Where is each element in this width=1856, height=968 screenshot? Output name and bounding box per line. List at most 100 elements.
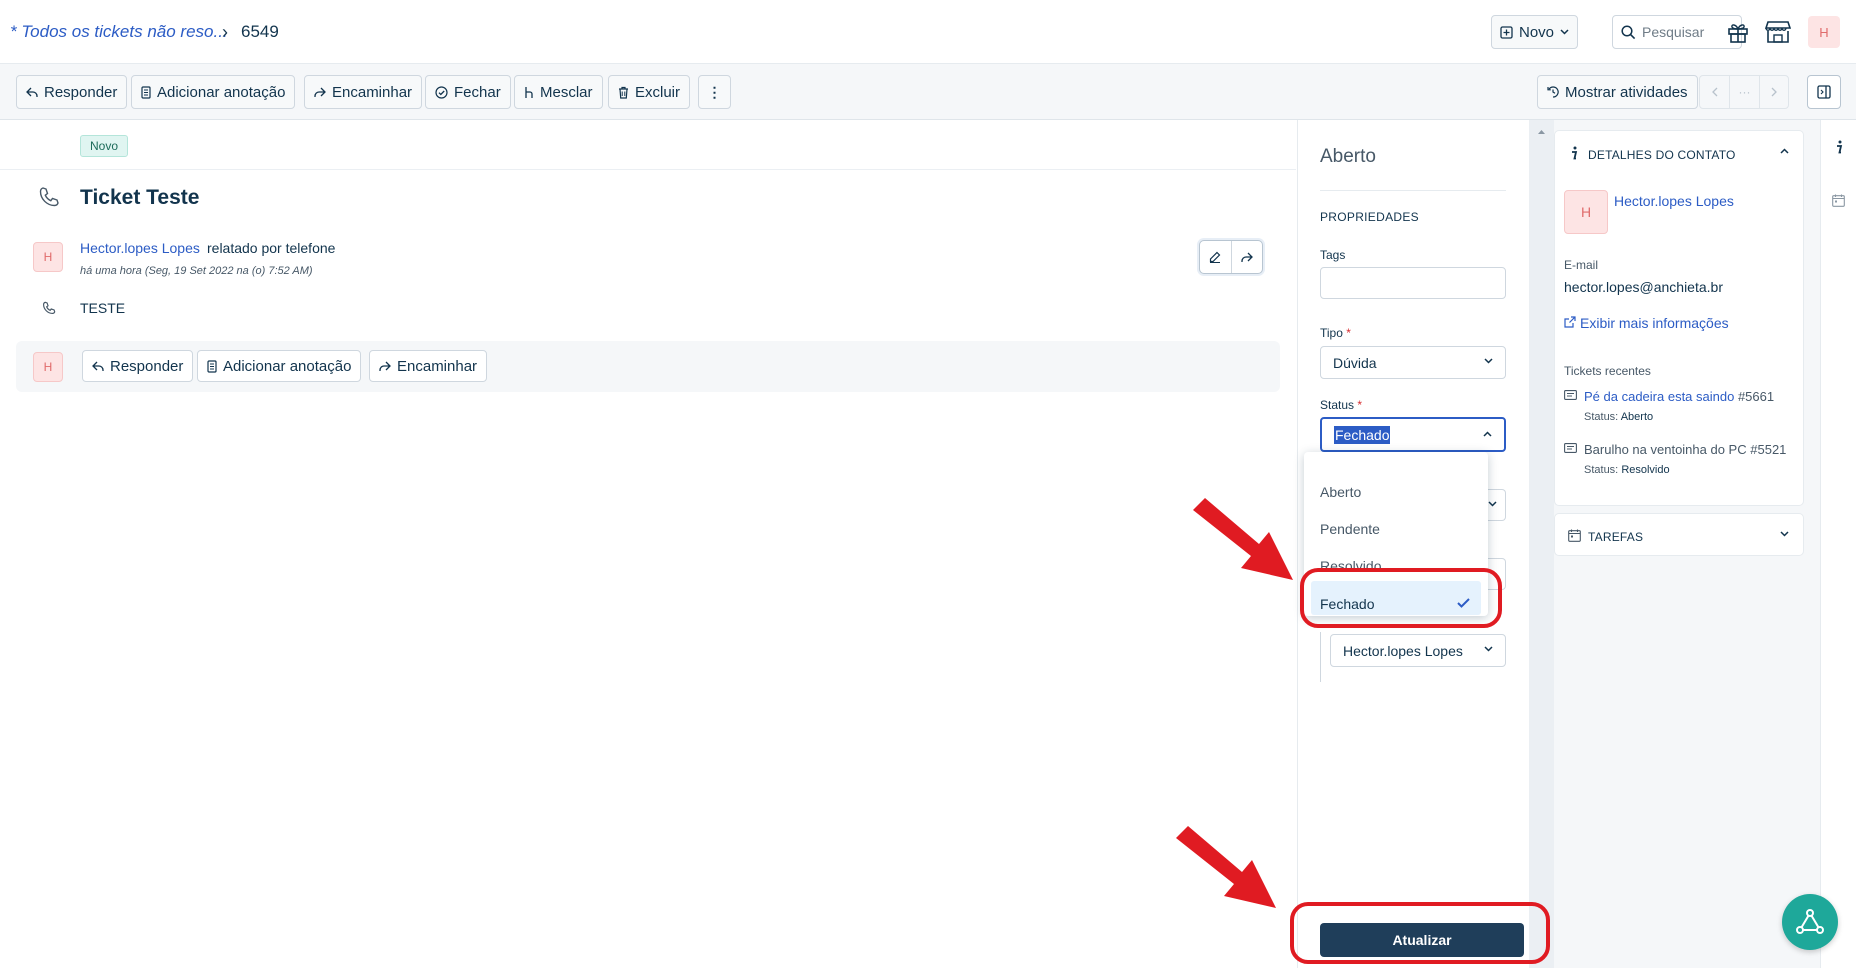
type-value: Dúvida [1333, 354, 1377, 371]
calendar-icon[interactable] [1832, 194, 1845, 207]
gift-icon[interactable] [1722, 16, 1754, 48]
more-options-button[interactable]: ⋮ [698, 75, 731, 109]
show-activities-button[interactable]: Mostrar atividades [1537, 75, 1698, 109]
status-select[interactable]: Fechado [1320, 417, 1506, 452]
more-vertical-icon: ⋮ [707, 83, 722, 100]
type-label: Tipo * [1320, 326, 1351, 340]
forward-button[interactable]: Encaminhar [304, 75, 423, 109]
phone-icon [38, 186, 60, 208]
required-mark: * [1357, 398, 1363, 412]
merge-button[interactable]: Mesclar [514, 75, 603, 109]
note-icon [207, 359, 217, 373]
external-link-icon [1564, 316, 1576, 328]
user-avatar[interactable]: H [1808, 16, 1840, 48]
agent-value: Hector.lopes Lopes [1343, 642, 1463, 659]
new-button[interactable]: Novo [1491, 15, 1578, 49]
show-more-info-link[interactable]: Exibir mais informações [1580, 315, 1729, 331]
required-mark: * [1346, 326, 1351, 340]
requester-avatar: H [33, 242, 63, 272]
divider [0, 169, 1296, 170]
delete-button[interactable]: Excluir [608, 75, 691, 109]
chevron-up-icon [1483, 431, 1492, 437]
merge-icon [524, 86, 534, 99]
type-label-text: Tipo [1320, 326, 1343, 340]
close-ticket-label: Fechar [454, 83, 501, 101]
plus-square-icon [1500, 25, 1513, 39]
ticket-icon [1564, 443, 1577, 453]
side-icon-strip [1820, 120, 1856, 968]
chevron-right-icon[interactable] [1760, 76, 1788, 108]
recent-ticket-link[interactable]: Barulho na ventoinha do PC #5521 [1584, 442, 1786, 457]
add-note-label: Adicionar anotação [157, 83, 286, 101]
reply-icon [26, 87, 38, 98]
contact-name-link[interactable]: Hector.lopes Lopes [1614, 193, 1734, 209]
status-option-aberto[interactable]: Aberto [1320, 484, 1361, 500]
reply-button[interactable]: Responder [16, 75, 128, 109]
reply-bar-forward-button[interactable]: Encaminhar [369, 350, 488, 382]
search-icon [1621, 24, 1636, 40]
reply-bar-forward-label: Encaminhar [397, 357, 478, 375]
chevron-down-icon [1560, 29, 1569, 35]
history-icon [1547, 86, 1559, 98]
breadcrumb-link[interactable]: * Todos os tickets não reso... [10, 22, 228, 42]
status-badge: Novo [80, 135, 129, 157]
contact-details-title: DETALHES DO CONTATO [1588, 148, 1736, 162]
agent-select[interactable]: Hector.lopes Lopes [1330, 634, 1506, 667]
chevron-down-icon[interactable] [1780, 531, 1789, 537]
status-heading: Aberto [1320, 146, 1376, 167]
forward-message-icon[interactable] [1232, 241, 1263, 273]
add-note-button[interactable]: Adicionar anotação [131, 75, 296, 109]
ticket-id: 6549 [241, 22, 279, 41]
recent-ticket-id: #5521 [1750, 442, 1787, 457]
forward-icon [314, 87, 326, 98]
status-value: Resolvido [1621, 464, 1670, 476]
close-ticket-button[interactable]: Fechar [425, 75, 511, 109]
recent-ticket-status: Status: Aberto [1584, 411, 1653, 423]
requester-name-link[interactable]: Hector.lopes Lopes [80, 240, 200, 256]
chevron-down-icon [1488, 501, 1497, 507]
store-icon[interactable] [1762, 16, 1794, 48]
status-value: Aberto [1620, 411, 1654, 423]
timestamp: há uma hora (Seg, 19 Set 2022 na (o) 7:5… [80, 265, 313, 277]
chevron-up-icon[interactable] [1780, 148, 1789, 154]
info-icon[interactable] [1835, 140, 1843, 154]
email-label: E-mail [1564, 258, 1599, 272]
status-option-pendente[interactable]: Pendente [1320, 521, 1380, 537]
recent-ticket-link[interactable]: Pé da cadeira esta saindo #5661 [1584, 389, 1774, 404]
divider [1320, 190, 1506, 191]
info-icon [1570, 146, 1578, 160]
status-value: Fechado [1334, 425, 1391, 444]
new-button-label: Novo [1519, 23, 1555, 41]
chevron-left-icon[interactable] [1700, 76, 1730, 108]
recent-tickets-label: Tickets recentes [1564, 364, 1651, 378]
tags-input[interactable] [1320, 267, 1506, 299]
pager-ellipsis[interactable]: ··· [1730, 76, 1760, 108]
status-label: Status * [1320, 398, 1362, 412]
reply-bar-reply-label: Responder [110, 357, 184, 375]
recent-ticket-title: Barulho na ventoinha do PC [1584, 442, 1747, 457]
toggle-sidebar-button[interactable] [1807, 75, 1841, 109]
tags-label: Tags [1320, 248, 1346, 262]
network-icon [1795, 908, 1825, 936]
top-bar: * Todos os tickets não reso... › 6549 No… [0, 0, 1856, 64]
ticket-icon [1564, 390, 1577, 400]
message-actions [1199, 240, 1263, 274]
reply-bar-add-note-button[interactable]: Adicionar anotação [197, 350, 362, 382]
tasks-title: TAREFAS [1588, 530, 1644, 544]
freddy-assistant-button[interactable] [1782, 894, 1838, 950]
reply-avatar: H [33, 352, 63, 382]
type-select[interactable]: Dúvida [1320, 346, 1506, 379]
status-label: Status: [1584, 411, 1619, 423]
panel-scrollbar[interactable] [1529, 120, 1554, 968]
contact-email: hector.lopes@anchieta.br [1564, 279, 1723, 295]
recent-ticket-title: Pé da cadeira esta saindo [1584, 389, 1735, 404]
status-label-text: Status [1320, 398, 1355, 412]
ticket-title: Ticket Teste [80, 186, 200, 209]
contact-avatar: H [1564, 190, 1608, 234]
edit-icon[interactable] [1200, 241, 1232, 273]
reported-via-text: relatado por telefone [207, 240, 336, 256]
search-placeholder: Pesquisar [1642, 24, 1705, 40]
show-activities-label: Mostrar atividades [1565, 83, 1688, 101]
reply-bar-reply-button[interactable]: Responder [82, 350, 194, 382]
note-icon [141, 85, 151, 99]
